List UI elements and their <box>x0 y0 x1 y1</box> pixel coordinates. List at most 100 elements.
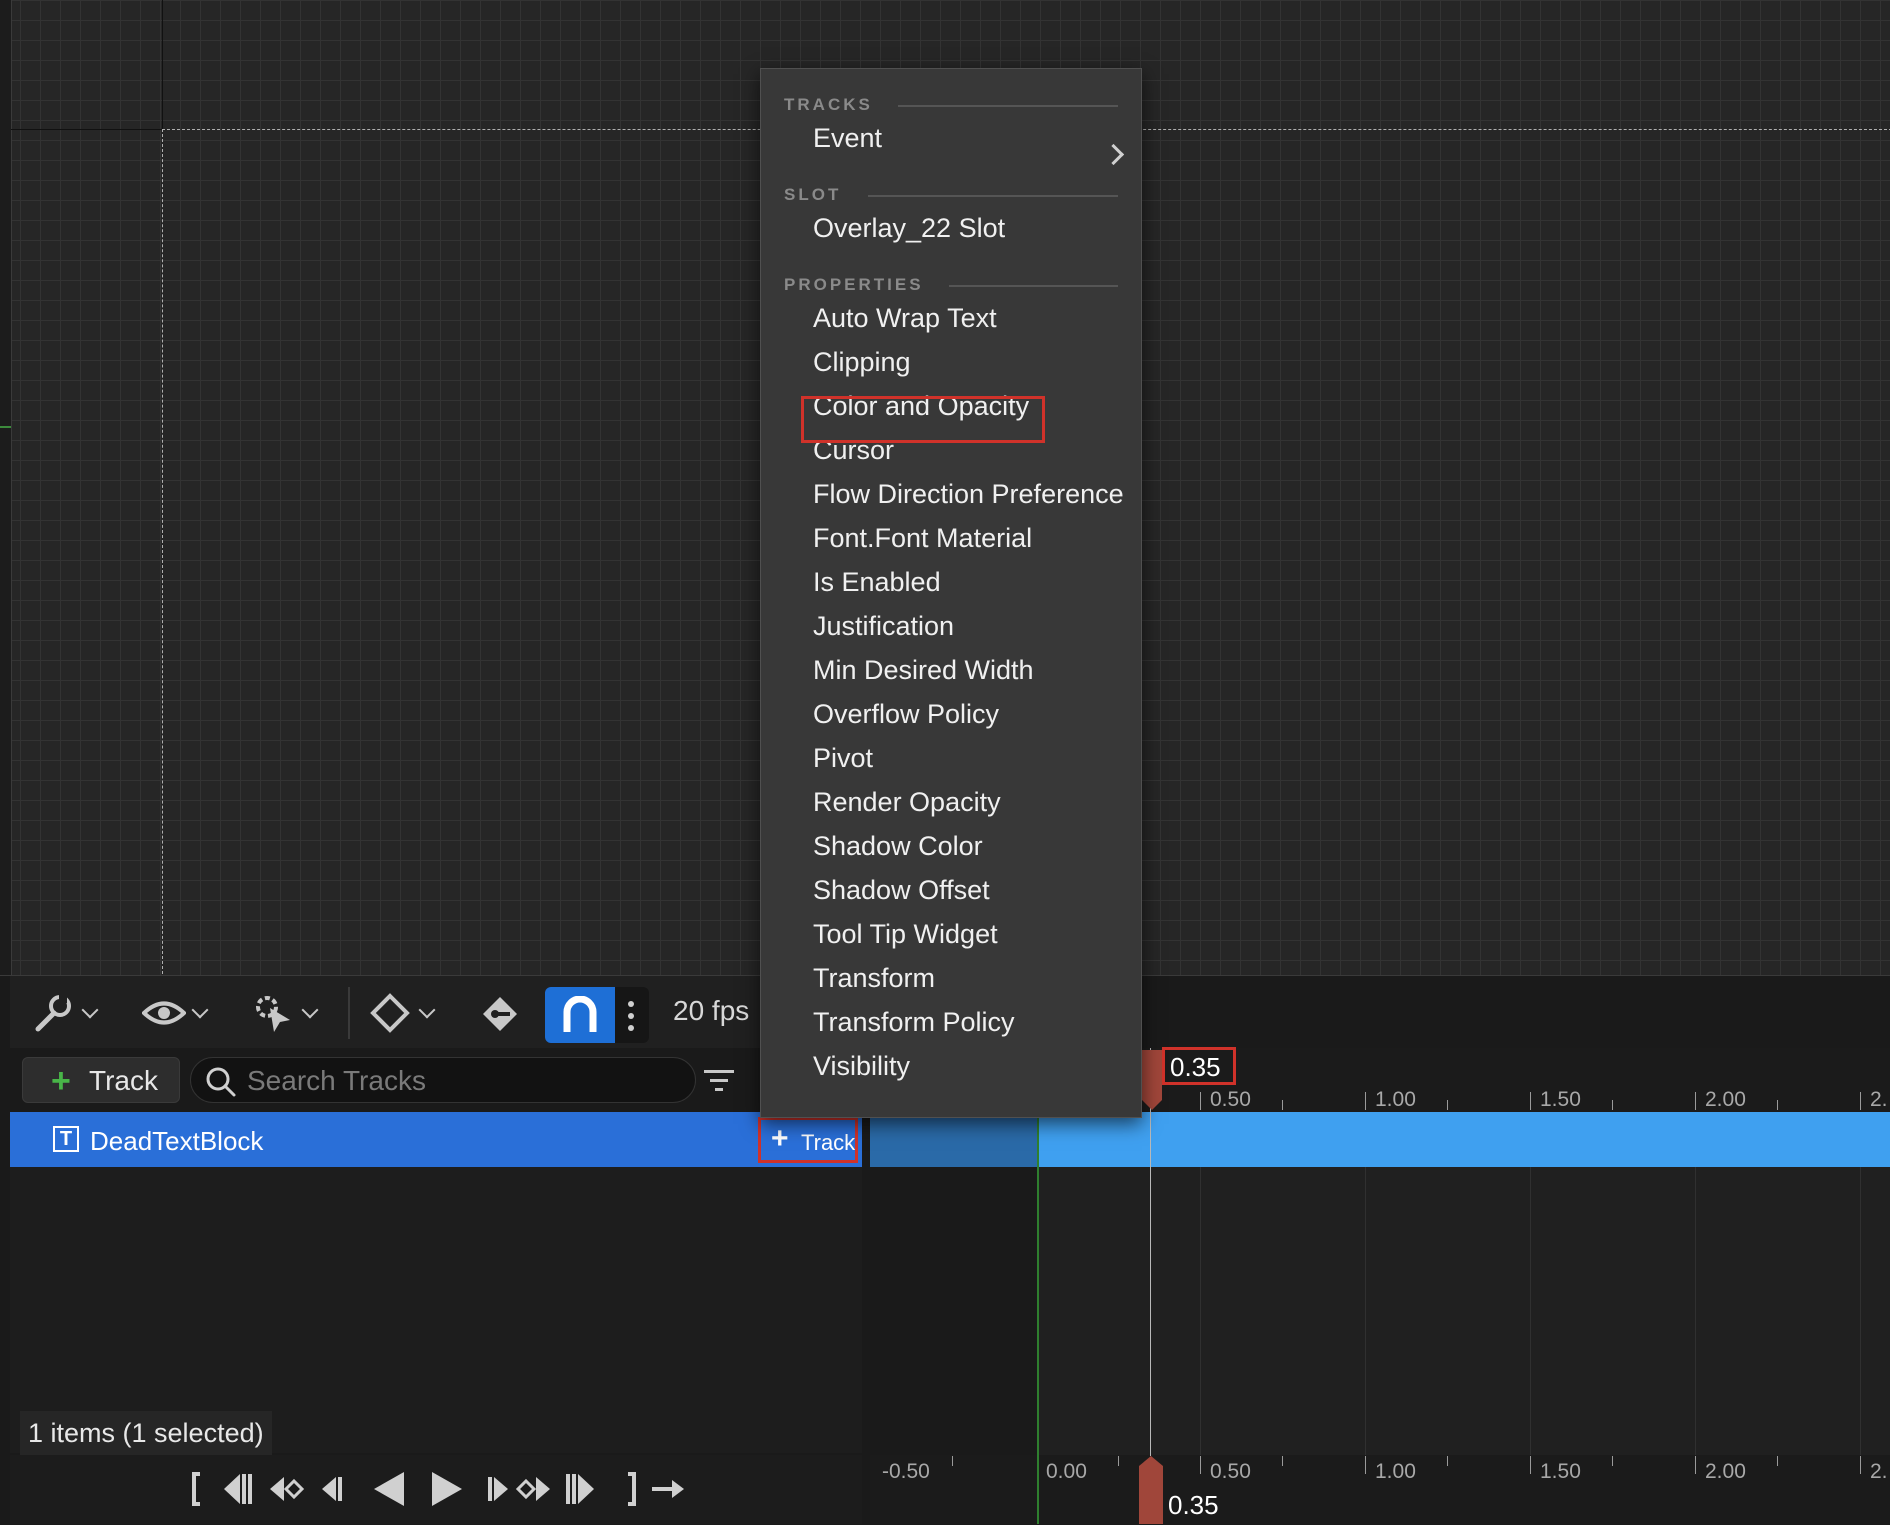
menu-item-event[interactable]: Event <box>813 123 882 154</box>
guide-line-vertical <box>162 0 163 130</box>
keyframe-diamond-icon[interactable] <box>370 993 410 1033</box>
text-block-icon: T <box>53 1126 79 1152</box>
ruler-tick <box>1447 1100 1448 1110</box>
playhead-time-label: 0.35 <box>1162 1047 1236 1085</box>
add-track-context-menu: TRACKS Event SLOT Overlay_22 Slot PROPERTIES… <box>760 68 1142 1118</box>
ruler-tick-label: -0.50 <box>882 1460 930 1483</box>
menu-item-clipping[interactable]: Clipping <box>813 347 911 378</box>
playhead-time-value: 0.35 <box>1170 1052 1221 1082</box>
menu-item-justification[interactable]: Justification <box>813 611 954 642</box>
ruler-tick <box>1282 1456 1283 1466</box>
menu-item-transform-policy[interactable]: Transform Policy <box>813 1007 1015 1038</box>
search-tracks-box[interactable] <box>190 1057 696 1103</box>
magnet-icon <box>563 996 597 1032</box>
menu-section-header: SLOT <box>784 185 842 204</box>
fps-selector[interactable]: 20 fps <box>673 995 749 1027</box>
playhead-time-bottom: 0.35 <box>1168 1490 1219 1520</box>
ruler-tick <box>1860 1092 1861 1110</box>
pre-roll-area <box>870 1167 1038 1457</box>
ruler-tick <box>1612 1100 1613 1110</box>
ruler-tick-label: 1.50 <box>1540 1460 1581 1483</box>
add-track-button[interactable]: + Track <box>22 1057 180 1103</box>
menu-item-shadow-color[interactable]: Shadow Color <box>813 831 983 862</box>
snap-toggle-button[interactable] <box>545 987 649 1043</box>
grid-line <box>1365 1167 1366 1457</box>
ruler-tick-label: 2.00 <box>1705 1088 1746 1111</box>
ruler-marker <box>0 426 11 428</box>
menu-item-overflow-policy[interactable]: Overflow Policy <box>813 699 999 730</box>
gear-cursor-icon[interactable] <box>250 990 296 1036</box>
menu-section-divider <box>868 195 1118 197</box>
ruler-tick-label: 1.00 <box>1375 1460 1416 1483</box>
ruler-tick <box>1365 1092 1366 1110</box>
ruler-tick <box>952 1456 953 1466</box>
ruler-tick-label: 1.00 <box>1375 1088 1416 1111</box>
grid-line <box>1695 1167 1696 1457</box>
ruler-tick <box>1200 1456 1201 1474</box>
more-options-icon[interactable] <box>625 999 637 1033</box>
filter-icon[interactable] <box>704 1068 734 1094</box>
grid-line <box>1530 1167 1531 1457</box>
search-icon <box>206 1067 236 1097</box>
ruler-tick <box>1447 1456 1448 1466</box>
ruler-tick <box>1695 1092 1696 1110</box>
jump-to-start-icon <box>192 1472 200 1506</box>
row-add-track-button[interactable]: + Track <box>758 1117 858 1163</box>
search-input[interactable] <box>245 1062 679 1100</box>
add-track-label: Track <box>89 1065 158 1096</box>
items-count-status: 1 items (1 selected) <box>20 1411 272 1455</box>
grid-line <box>1860 1167 1861 1457</box>
menu-item-font-font-material[interactable]: Font.Font Material <box>813 523 1032 554</box>
track-section-bar[interactable] <box>870 1112 1890 1167</box>
ruler-tick <box>1200 1092 1201 1110</box>
menu-item-flow-direction-preference[interactable]: Flow Direction Preference <box>813 479 1124 510</box>
ruler-tick <box>1282 1100 1283 1110</box>
guide-line-horizontal <box>11 129 163 130</box>
menu-section-header: PROPERTIES <box>784 275 924 294</box>
ruler-tick <box>1777 1456 1778 1466</box>
menu-item-transform[interactable]: Transform <box>813 963 935 994</box>
menu-item-overlay-22-slot[interactable]: Overlay_22 Slot <box>813 213 1005 244</box>
menu-item-min-desired-width[interactable]: Min Desired Width <box>813 655 1034 686</box>
key-icon[interactable] <box>480 994 520 1034</box>
menu-item-shadow-offset[interactable]: Shadow Offset <box>813 875 990 906</box>
track-row-selected[interactable]: T DeadTextBlock <box>10 1112 862 1167</box>
menu-section-divider <box>898 105 1118 107</box>
toolbar-separator <box>348 987 350 1039</box>
eye-icon[interactable] <box>142 998 186 1028</box>
ruler-tick-label: 2. <box>1870 1460 1888 1483</box>
menu-item-visibility[interactable]: Visibility <box>813 1051 910 1082</box>
menu-item-tool-tip-widget[interactable]: Tool Tip Widget <box>813 919 998 950</box>
menu-item-pivot[interactable]: Pivot <box>813 743 873 774</box>
ruler-tick-label: 0.50 <box>1210 1460 1251 1483</box>
plus-icon: + <box>51 1062 71 1100</box>
playback-start-marker <box>1037 1112 1039 1524</box>
vertical-ruler <box>0 0 12 975</box>
menu-item-render-opacity[interactable]: Render Opacity <box>813 787 1001 818</box>
transport-icons <box>192 1472 684 1506</box>
track-name: DeadTextBlock <box>90 1126 264 1156</box>
menu-item-is-enabled[interactable]: Is Enabled <box>813 567 941 598</box>
ruler-tick <box>1118 1456 1119 1466</box>
ruler-tick-label: 2.00 <box>1705 1460 1746 1483</box>
wrench-icon[interactable] <box>32 991 76 1035</box>
menu-item-auto-wrap-text[interactable]: Auto Wrap Text <box>813 303 997 334</box>
ruler-tick <box>1695 1456 1696 1474</box>
submenu-chevron-right-icon <box>1102 143 1125 166</box>
menu-section-divider <box>949 285 1118 287</box>
ruler-tick-label: 0.50 <box>1210 1088 1251 1111</box>
ruler-tick-label: 2. <box>1870 1088 1888 1111</box>
ruler-tick <box>1530 1456 1531 1474</box>
ruler-tick <box>1612 1456 1613 1466</box>
grid-line <box>1200 1167 1201 1457</box>
highlight-outline <box>801 396 1045 443</box>
ruler-tick <box>1860 1456 1861 1474</box>
ruler-tick <box>1777 1100 1778 1110</box>
ruler-tick-label: 0.00 <box>1046 1460 1087 1483</box>
ruler-tick <box>1365 1456 1366 1474</box>
ruler-tick-label: 1.50 <box>1540 1088 1581 1111</box>
playhead-handle-top[interactable] <box>1140 1050 1164 1112</box>
playhead-handle-bottom[interactable] <box>1138 1456 1164 1524</box>
row-add-track-label: Track <box>801 1130 856 1155</box>
ruler-tick <box>1530 1092 1531 1110</box>
